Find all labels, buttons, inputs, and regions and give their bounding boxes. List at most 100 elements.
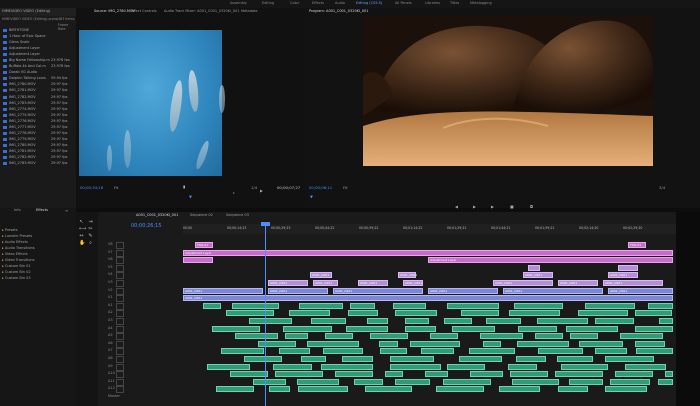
- audio-clip[interactable]: [325, 333, 353, 340]
- audio-clip[interactable]: [516, 356, 546, 362]
- audio-clip[interactable]: [367, 318, 388, 324]
- audio-clip[interactable]: [483, 340, 501, 347]
- audio-clip[interactable]: [658, 378, 673, 385]
- audio-clip[interactable]: [459, 356, 502, 362]
- video-clip[interactable]: A001_C001: [333, 287, 423, 294]
- workspace-tab[interactable]: Audio: [335, 0, 345, 8]
- audio-clip[interactable]: [558, 386, 588, 393]
- effects-folder-item[interactable]: ▸ Presets: [2, 228, 18, 232]
- audio-clip[interactable]: [555, 371, 603, 378]
- audio-clip[interactable]: [512, 378, 559, 385]
- audio-clip[interactable]: [354, 378, 383, 385]
- audio-clip[interactable]: [216, 386, 254, 393]
- export-frame-icon[interactable]: ■: [510, 204, 514, 209]
- tab-source[interactable]: Source: IMG_2780.MOV: [94, 9, 135, 13]
- audio-clip[interactable]: [273, 363, 312, 370]
- audio-clip[interactable]: [447, 363, 485, 370]
- audio-clip[interactable]: [207, 363, 250, 370]
- effects-folder-item[interactable]: ▸ Video Effects: [2, 252, 28, 256]
- audio-clip[interactable]: [289, 310, 330, 317]
- track-label[interactable]: A11: [108, 379, 115, 383]
- audio-clip[interactable]: [405, 325, 436, 332]
- razor-tool-icon[interactable]: ✂: [88, 227, 93, 232]
- audio-clip[interactable]: [269, 386, 290, 393]
- audio-clip[interactable]: [436, 386, 484, 393]
- video-clip[interactable]: [618, 264, 638, 271]
- step-forward-icon[interactable]: ▶: [491, 204, 494, 209]
- track-toggle-icon[interactable]: [116, 249, 124, 257]
- video-clip[interactable]: A001_C001: [558, 280, 598, 286]
- program-timecode[interactable]: 00;00;06;11: [309, 185, 332, 190]
- audio-clip[interactable]: [486, 318, 521, 324]
- audio-clip[interactable]: [635, 310, 672, 317]
- audio-clip[interactable]: [232, 302, 279, 309]
- track-label[interactable]: A2: [108, 310, 113, 314]
- audio-clip[interactable]: [258, 340, 296, 347]
- adjustment-layer-clip[interactable]: [183, 257, 213, 264]
- audio-clip[interactable]: [566, 325, 618, 332]
- track-toggle-icon[interactable]: [116, 325, 124, 333]
- source-resolution-select[interactable]: 1/4: [251, 185, 257, 190]
- workspace-tab[interactable]: Effects: [312, 0, 324, 8]
- track-toggle-icon[interactable]: [116, 295, 124, 303]
- audio-clip[interactable]: [443, 378, 491, 385]
- audio-clip[interactable]: [510, 371, 548, 378]
- time-ruler[interactable]: 00;00 00;00;14;23 00;00;29;23 00;00;44;22 00…: [183, 224, 683, 234]
- video-clip[interactable]: A001_C001: [310, 272, 332, 279]
- audio-clip[interactable]: [226, 310, 274, 317]
- pen-tool-icon[interactable]: ✎: [88, 234, 93, 239]
- play-icon[interactable]: ▶: [260, 188, 263, 193]
- track-toggle-icon[interactable]: [116, 287, 124, 295]
- track-toggle-icon[interactable]: [116, 310, 124, 318]
- audio-clip[interactable]: [285, 333, 308, 340]
- audio-clip[interactable]: [379, 340, 398, 347]
- workspace-tab[interactable]: Editing: [262, 0, 274, 8]
- tab-effect-controls[interactable]: Effect Controls: [131, 9, 157, 13]
- source-timecode[interactable]: 00;00;34;16: [80, 185, 103, 190]
- audio-clip[interactable]: [469, 348, 515, 355]
- audio-clip[interactable]: [410, 340, 460, 347]
- track-label[interactable]: A12: [108, 386, 115, 390]
- effects-folder-item[interactable]: ▸ Lumetri Presets: [2, 234, 32, 238]
- audio-clip[interactable]: [370, 333, 408, 340]
- audio-clip[interactable]: [579, 340, 623, 347]
- effects-folder-item[interactable]: ▸ Custom Bin 01: [2, 264, 31, 268]
- audio-clip[interactable]: [249, 318, 292, 324]
- track-toggle-icon[interactable]: [116, 242, 124, 249]
- audio-clip[interactable]: [421, 348, 454, 355]
- audio-clip[interactable]: [518, 325, 557, 332]
- audio-clip[interactable]: [203, 302, 221, 309]
- audio-clip[interactable]: [244, 356, 282, 362]
- effects-folder-item[interactable]: ▸ Custom Bin 03: [2, 276, 31, 280]
- video-clip[interactable]: A001_C001: [268, 287, 328, 294]
- track-label[interactable]: A9: [108, 364, 113, 368]
- title-clip[interactable]: Title 01: [628, 242, 646, 248]
- audio-clip[interactable]: [380, 348, 407, 355]
- audio-clip[interactable]: [610, 378, 650, 385]
- program-video-frame[interactable]: [363, 16, 653, 166]
- audio-clip[interactable]: [625, 363, 666, 370]
- tab-metadata[interactable]: Metadata: [241, 9, 258, 13]
- playhead-line[interactable]: [265, 224, 266, 406]
- audio-clip[interactable]: [595, 348, 627, 355]
- audio-clip[interactable]: [307, 340, 359, 347]
- playhead-marker-icon[interactable]: ▼: [189, 194, 192, 199]
- audio-clip[interactable]: [311, 318, 346, 324]
- project-item[interactable]: IMG_2783.MOV 29.97 fps: [0, 161, 76, 167]
- video-clip[interactable]: A001_C001: [403, 280, 423, 286]
- audio-clip[interactable]: [615, 371, 653, 378]
- audio-clip[interactable]: [342, 356, 373, 362]
- adjustment-layer-clip[interactable]: Adjustment Layer: [183, 249, 673, 256]
- ripple-edit-tool-icon[interactable]: ⟷: [79, 227, 86, 232]
- track-toggle-icon[interactable]: [116, 264, 124, 272]
- track-label[interactable]: V3: [108, 280, 113, 284]
- audio-clip[interactable]: [665, 371, 673, 378]
- track-toggle-icon[interactable]: [116, 356, 124, 363]
- audio-clip[interactable]: [346, 325, 388, 332]
- audio-clip[interactable]: [595, 318, 634, 324]
- track-toggle-icon[interactable]: [116, 348, 124, 356]
- tab-program[interactable]: Program: A001_C001_0320KI_001: [309, 9, 368, 13]
- workspace-tab-active[interactable]: Editing (CS5.5): [356, 0, 382, 8]
- audio-clip[interactable]: [385, 371, 403, 378]
- video-clip[interactable]: A001_C001: [313, 280, 338, 286]
